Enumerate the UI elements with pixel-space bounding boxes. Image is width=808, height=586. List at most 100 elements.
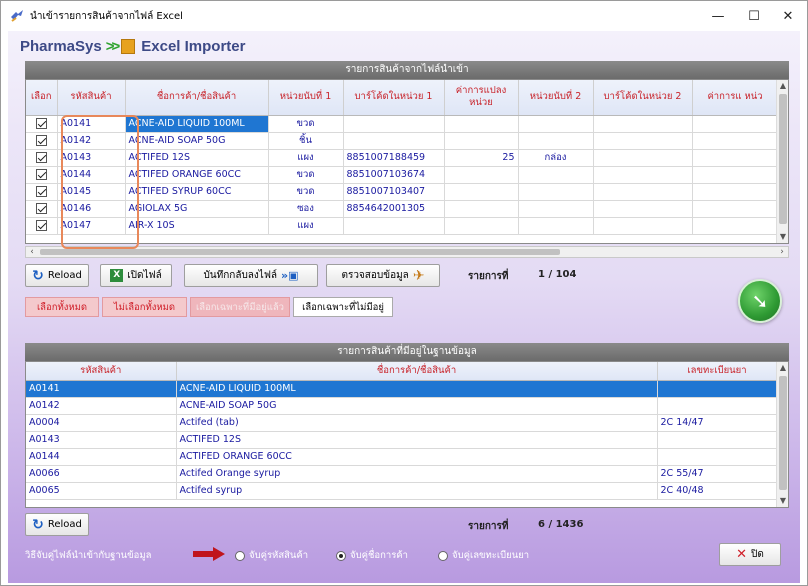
import-cell-unit2[interactable]	[518, 183, 594, 201]
import-cell-extra[interactable]	[692, 115, 779, 133]
select-missing-button[interactable]: เลือกเฉพาะที่ไม่มีอยู่	[293, 297, 393, 317]
select-all-button[interactable]: เลือกทั้งหมด	[25, 297, 99, 317]
import-cell-factor[interactable]	[444, 115, 519, 133]
import-cell-unit1[interactable]: ชิ้น	[268, 132, 344, 150]
db-row[interactable]: A0141 ACNE-AID LIQUID 100ML	[26, 380, 778, 398]
import-cell-code[interactable]: A0145	[57, 183, 126, 201]
db-cell-code[interactable]: A0141	[26, 380, 177, 398]
import-cell-name[interactable]: ACTIFED SYRUP 60CC	[125, 183, 269, 201]
db-cell-code[interactable]: A0004	[26, 414, 177, 432]
minimize-button[interactable]: —	[698, 1, 738, 31]
import-cell-name[interactable]: ACNE-AID SOAP 50G	[125, 132, 269, 150]
deselect-all-button[interactable]: ไม่เลือกทั้งหมด	[102, 297, 187, 317]
import-cell-code[interactable]: A0142	[57, 132, 126, 150]
scroll-down-icon[interactable]: ▼	[777, 231, 788, 243]
select-checkbox-cell[interactable]	[26, 149, 58, 167]
select-checkbox-cell[interactable]	[26, 166, 58, 184]
import-cell-unit1[interactable]: ขวด	[268, 115, 344, 133]
import-cell-barcode1[interactable]: 8851007103674	[343, 166, 445, 184]
row-checkbox[interactable]	[35, 203, 47, 214]
db-cell-name[interactable]: Actifed (tab)	[176, 414, 658, 432]
match-by-name-radio[interactable]: จับคู่ชื่อการค้า	[336, 548, 408, 563]
row-checkbox[interactable]	[35, 169, 47, 180]
match-by-code-radio[interactable]: จับคู่รหัสสินค้า	[235, 548, 308, 563]
import-cell-unit1[interactable]: แผง	[268, 149, 344, 167]
import-cell-extra[interactable]	[692, 166, 779, 184]
db-cell-reg[interactable]: 2C 14/47	[657, 414, 778, 432]
reload-button[interactable]: ↻ Reload	[25, 264, 89, 287]
scroll-left-icon[interactable]: ‹	[26, 247, 38, 257]
import-cell-factor[interactable]: 25	[444, 149, 519, 167]
import-cell-factor[interactable]	[444, 166, 519, 184]
match-by-reg-radio[interactable]: จับคู่เลขทะเบียนยา	[438, 548, 529, 563]
import-row[interactable]: A0142 ACNE-AID SOAP 50G ชิ้น	[26, 132, 779, 150]
db-scroll-down-icon[interactable]: ▼	[777, 495, 788, 507]
db-vertical-scrollbar[interactable]: ▲ ▼	[776, 362, 788, 507]
db-cell-name[interactable]: ACNE-AID SOAP 50G	[176, 397, 658, 415]
db-scroll-thumb[interactable]	[779, 376, 787, 490]
import-cell-barcode1[interactable]: 8851007188459	[343, 149, 445, 167]
import-cell-name[interactable]: AIR-X 10S	[125, 217, 269, 235]
import-cell-extra[interactable]	[692, 183, 779, 201]
import-cell-barcode2[interactable]	[593, 149, 693, 167]
import-cell-barcode1[interactable]: 8854642001305	[343, 200, 445, 218]
import-cell-unit1[interactable]: แผง	[268, 217, 344, 235]
db-scroll-up-icon[interactable]: ▲	[777, 362, 788, 374]
import-cell-barcode1[interactable]	[343, 132, 445, 150]
import-vertical-scrollbar[interactable]: ▲ ▼	[776, 80, 788, 243]
import-col-header[interactable]: บาร์โค้ดในหน่วย 2	[593, 80, 693, 116]
row-checkbox[interactable]	[35, 220, 47, 231]
import-col-header[interactable]: หน่วยนับที่ 1	[268, 80, 344, 116]
select-existing-button[interactable]: เลือกเฉพาะที่มีอยู่แล้ว	[190, 297, 290, 317]
db-cell-reg[interactable]	[657, 431, 778, 449]
import-cell-name[interactable]: AGIOLAX 5G	[125, 200, 269, 218]
db-row[interactable]: A0142 ACNE-AID SOAP 50G	[26, 397, 778, 415]
close-window-button[interactable]: ✕	[768, 1, 808, 31]
import-cell-barcode2[interactable]	[593, 200, 693, 218]
import-cell-name[interactable]: ACTIFED ORANGE 60CC	[125, 166, 269, 184]
close-button[interactable]: ✕ ปิด	[719, 543, 781, 566]
import-cell-unit1[interactable]: ขวด	[268, 166, 344, 184]
import-cell-code[interactable]: A0147	[57, 217, 126, 235]
import-cell-extra[interactable]	[692, 200, 779, 218]
row-checkbox[interactable]	[35, 186, 47, 197]
row-checkbox[interactable]	[35, 135, 47, 146]
import-cell-code[interactable]: A0146	[57, 200, 126, 218]
select-checkbox-cell[interactable]	[26, 132, 58, 150]
row-checkbox[interactable]	[35, 118, 47, 129]
select-checkbox-cell[interactable]	[26, 200, 58, 218]
import-row[interactable]: A0147 AIR-X 10S แผง	[26, 217, 779, 235]
import-cell-barcode1[interactable]	[343, 115, 445, 133]
import-cell-name[interactable]: ACNE-AID LIQUID 100ML	[125, 115, 269, 133]
import-row[interactable]: A0144 ACTIFED ORANGE 60CC ขวด 8851007103674	[26, 166, 779, 184]
import-cell-barcode2[interactable]	[593, 217, 693, 235]
db-row[interactable]: A0065 Actifed syrup 2C 40/48	[26, 482, 778, 500]
import-cell-code[interactable]: A0143	[57, 149, 126, 167]
db-cell-name[interactable]: ACTIFED ORANGE 60CC	[176, 448, 658, 466]
import-cell-barcode2[interactable]	[593, 166, 693, 184]
scroll-up-icon[interactable]: ▲	[777, 80, 788, 92]
import-row[interactable]: A0145 ACTIFED SYRUP 60CC ขวด 8851007103407	[26, 183, 779, 201]
db-row[interactable]: A0143 ACTIFED 12S	[26, 431, 778, 449]
import-cell-unit1[interactable]: ซอง	[268, 200, 344, 218]
import-row[interactable]: A0146 AGIOLAX 5G ซอง 8854642001305	[26, 200, 779, 218]
db-cell-reg[interactable]: 2C 40/48	[657, 482, 778, 500]
db-col-header[interactable]: เลขทะเบียนยา	[657, 362, 778, 381]
db-cell-reg[interactable]	[657, 448, 778, 466]
select-checkbox-cell[interactable]	[26, 217, 58, 235]
save-back-button[interactable]: บันทึกกลับลงไฟล์ »▣	[184, 264, 318, 287]
db-col-header[interactable]: ชื่อการค้า/ชื่อสินค้า	[176, 362, 658, 381]
import-grid[interactable]: เลือก รหัสสินค้า ชื่อการค้า/ชื่อสินค้า หน่ว…	[25, 79, 789, 244]
import-cell-barcode1[interactable]: 8851007103407	[343, 183, 445, 201]
scroll-thumb[interactable]	[779, 94, 787, 224]
db-col-header[interactable]: รหัสสินค้า	[26, 362, 177, 381]
db-cell-code[interactable]: A0065	[26, 482, 177, 500]
import-horizontal-scrollbar[interactable]: ‹ ›	[25, 246, 789, 258]
db-cell-reg[interactable]	[657, 380, 778, 398]
db-row[interactable]: A0066 Actifed Orange syrup 2C 55/47	[26, 465, 778, 483]
import-cell-unit2[interactable]	[518, 132, 594, 150]
open-file-button[interactable]: X เปิดไฟล์	[100, 264, 172, 287]
db-row[interactable]: A0144 ACTIFED ORANGE 60CC	[26, 448, 778, 466]
import-cell-unit2[interactable]	[518, 115, 594, 133]
import-cell-unit2[interactable]: กล่อง	[518, 149, 594, 167]
